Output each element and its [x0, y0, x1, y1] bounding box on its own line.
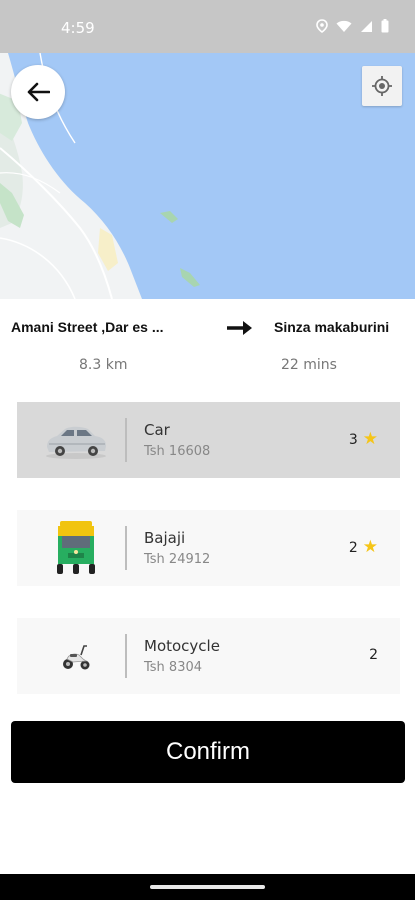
rating-value: 3 — [348, 431, 358, 448]
bajaji-icon — [41, 520, 111, 576]
car-icon — [41, 412, 111, 468]
rating-value: 2 — [369, 647, 378, 663]
option-name: Motocycle — [144, 637, 220, 655]
my-location-button[interactable] — [362, 66, 402, 106]
battery-icon — [381, 19, 389, 33]
option-rating: 2 ★ — [349, 539, 378, 556]
option-name: Car — [144, 421, 170, 439]
destination-location: Sinza makaburini — [274, 319, 390, 335]
back-button[interactable] — [11, 65, 65, 119]
option-name: Bajaji — [144, 529, 186, 547]
option-price: Tsh 16608 — [144, 444, 211, 459]
trip-distance: 8.3 km — [79, 357, 128, 373]
option-divider — [125, 418, 127, 462]
pickup-location: Amani Street ,Dar es ... — [11, 319, 164, 335]
option-divider — [125, 526, 127, 570]
my-location-icon — [372, 76, 392, 96]
option-rating: 2 — [369, 647, 378, 663]
navigation-bar — [0, 874, 415, 900]
motorcycle-icon — [41, 628, 111, 684]
option-rating: 3 ★ — [349, 431, 378, 448]
option-price: Tsh 24912 — [144, 552, 211, 567]
star-icon: ★ — [362, 429, 378, 449]
confirm-button[interactable]: Confirm — [11, 721, 405, 783]
option-price: Tsh 8304 — [144, 660, 203, 675]
arrow-right-icon — [227, 321, 252, 335]
status-time: 4:59 — [61, 19, 95, 37]
ride-option-bajaji[interactable]: Bajaji Tsh 24912 2 ★ — [17, 510, 400, 586]
option-divider — [125, 634, 127, 678]
home-gesture-handle[interactable] — [150, 885, 265, 889]
wifi-icon — [336, 20, 352, 32]
status-icons — [316, 19, 389, 33]
route-summary: Amani Street ,Dar es ... Sinza makaburin… — [0, 318, 415, 340]
ride-option-car[interactable]: Car Tsh 16608 3 ★ — [17, 402, 400, 478]
location-status-icon — [316, 19, 328, 33]
star-icon: ★ — [362, 537, 378, 557]
rating-value: 2 — [348, 539, 358, 556]
trip-duration: 22 mins — [281, 357, 337, 373]
status-bar: 4:59 — [0, 0, 415, 53]
signal-icon — [361, 20, 372, 32]
ride-option-motocycle[interactable]: Motocycle Tsh 8304 2 — [17, 618, 400, 694]
arrow-back-icon — [27, 82, 50, 102]
